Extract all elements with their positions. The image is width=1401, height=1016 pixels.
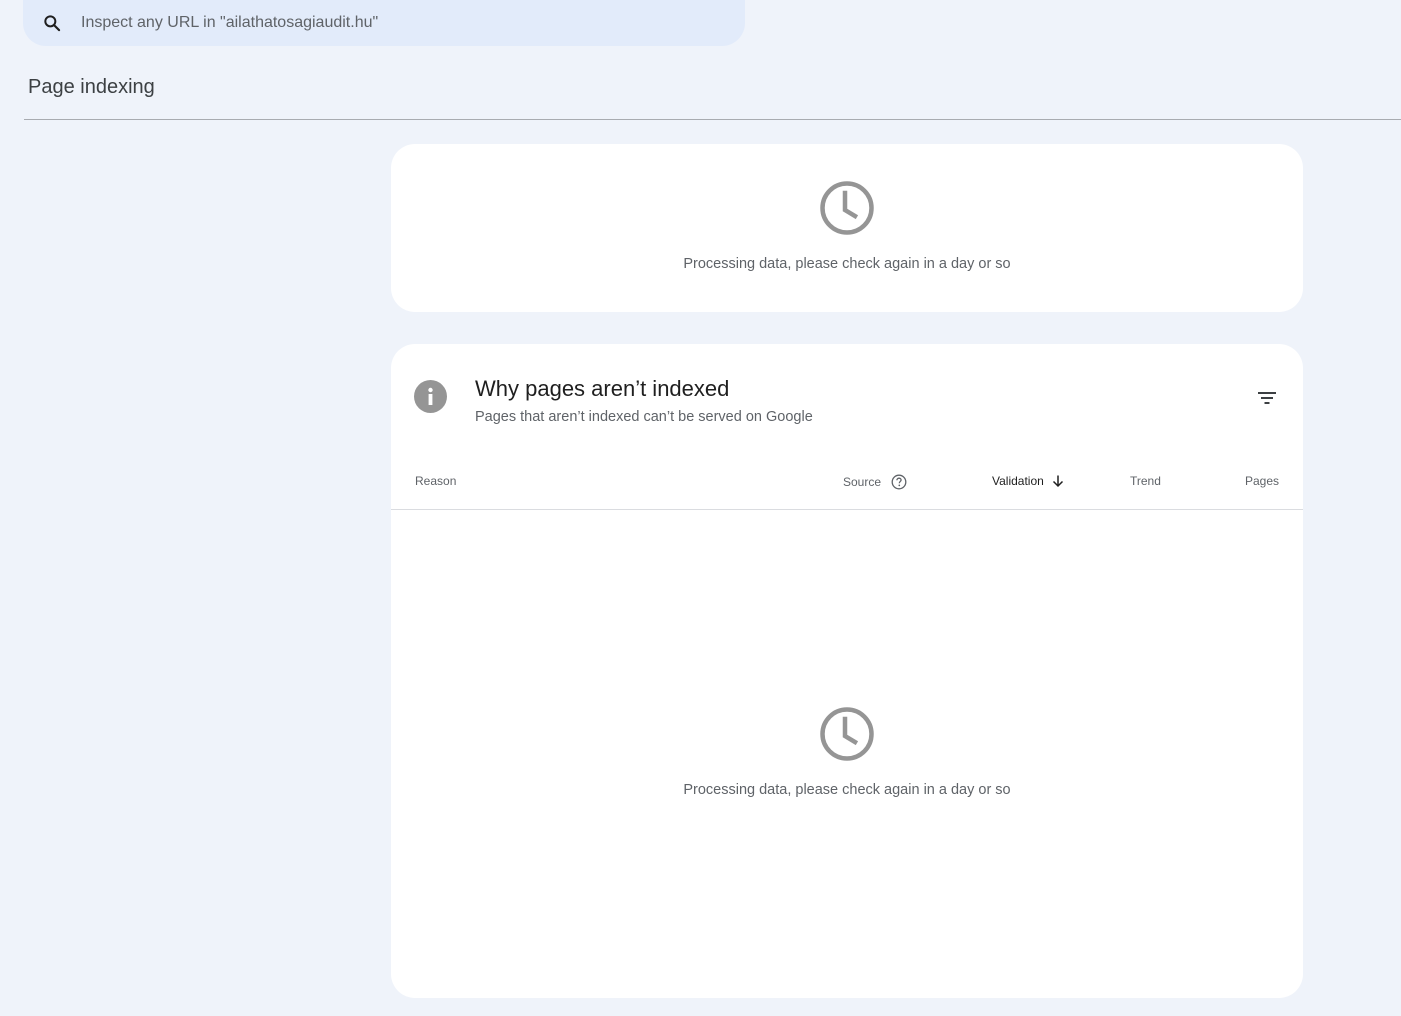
title-divider — [24, 119, 1401, 120]
column-header-trend[interactable]: Trend — [1130, 474, 1161, 488]
indexing-chart-card: Processing data, please check again in a… — [391, 144, 1303, 312]
processing-state: Processing data, please check again in a… — [391, 706, 1303, 798]
card-title: Why pages aren’t indexed — [475, 376, 730, 401]
column-header-pages[interactable]: Pages — [1245, 474, 1279, 488]
clock-icon — [820, 181, 874, 235]
info-icon — [414, 380, 447, 413]
column-header-reason[interactable]: Reason — [415, 474, 456, 488]
search-icon[interactable] — [41, 12, 63, 34]
column-label-source: Source — [843, 475, 882, 489]
column-label-validation: Validation — [992, 474, 1044, 488]
card-subtitle: Pages that aren’t indexed can’t be serve… — [475, 409, 813, 425]
column-header-validation[interactable]: Validation — [992, 474, 1065, 488]
page-title: Page indexing — [28, 76, 155, 98]
why-not-indexed-card: Why pages aren’t indexed Pages that aren… — [391, 344, 1303, 998]
column-label-trend: Trend — [1130, 474, 1161, 488]
help-icon[interactable] — [891, 474, 907, 490]
arrow-down-icon — [1051, 474, 1065, 488]
column-label-reason: Reason — [415, 474, 457, 488]
processing-message: Processing data, please check again in a… — [683, 782, 1011, 798]
table-header: Reason Source Validation Trend Pages — [391, 460, 1303, 510]
url-inspection-input[interactable] — [81, 8, 681, 38]
filter-button[interactable] — [1251, 382, 1283, 414]
filter-icon — [1258, 392, 1276, 404]
column-header-source[interactable]: Source — [843, 474, 907, 490]
search-bar[interactable] — [23, 0, 745, 46]
column-label-pages: Pages — [1244, 474, 1279, 488]
processing-message: Processing data, please check again in a… — [683, 256, 1011, 272]
clock-icon — [820, 707, 874, 761]
processing-state: Processing data, please check again in a… — [391, 180, 1303, 272]
